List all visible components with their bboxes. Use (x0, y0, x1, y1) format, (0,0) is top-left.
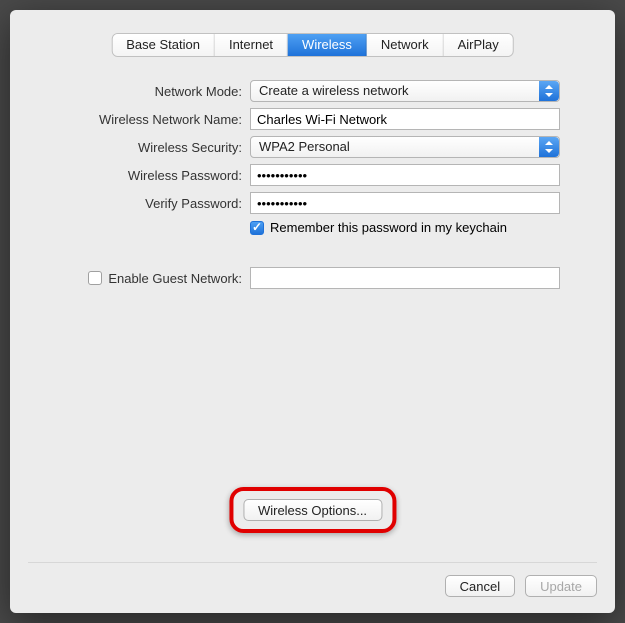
tab-airplay[interactable]: AirPlay (444, 34, 513, 56)
network-name-label: Wireless Network Name: (10, 112, 250, 127)
tab-base-station[interactable]: Base Station (112, 34, 215, 56)
security-label: Wireless Security: (10, 140, 250, 155)
enable-guest-checkbox[interactable] (88, 271, 102, 285)
guest-network-input[interactable] (250, 267, 560, 289)
tab-internet[interactable]: Internet (215, 34, 288, 56)
remember-password-label: Remember this password in my keychain (270, 220, 507, 235)
cancel-button[interactable]: Cancel (445, 575, 515, 597)
footer-buttons: Cancel Update (28, 562, 597, 597)
network-mode-select[interactable]: Create a wireless network (250, 80, 560, 102)
password-label: Wireless Password: (10, 168, 250, 183)
remember-password-checkbox[interactable] (250, 221, 264, 235)
verify-password-input[interactable] (250, 192, 560, 214)
security-select[interactable]: WPA2 Personal (250, 136, 560, 158)
tab-wireless[interactable]: Wireless (288, 34, 367, 56)
chevron-up-down-icon (539, 81, 559, 101)
chevron-up-down-icon (539, 137, 559, 157)
update-button[interactable]: Update (525, 575, 597, 597)
wireless-options-button[interactable]: Wireless Options... (243, 499, 382, 521)
network-name-input[interactable] (250, 108, 560, 130)
verify-password-label: Verify Password: (10, 196, 250, 211)
password-input[interactable] (250, 164, 560, 186)
network-mode-label: Network Mode: (10, 84, 250, 99)
wireless-form: Network Mode: Create a wireless network … (10, 80, 615, 295)
settings-tabbar: Base Station Internet Wireless Network A… (112, 34, 513, 56)
enable-guest-label: Enable Guest Network: (108, 271, 242, 286)
network-mode-value: Create a wireless network (259, 83, 409, 98)
wireless-settings-panel: Base Station Internet Wireless Network A… (10, 10, 615, 613)
security-value: WPA2 Personal (259, 139, 350, 154)
tab-network[interactable]: Network (367, 34, 444, 56)
